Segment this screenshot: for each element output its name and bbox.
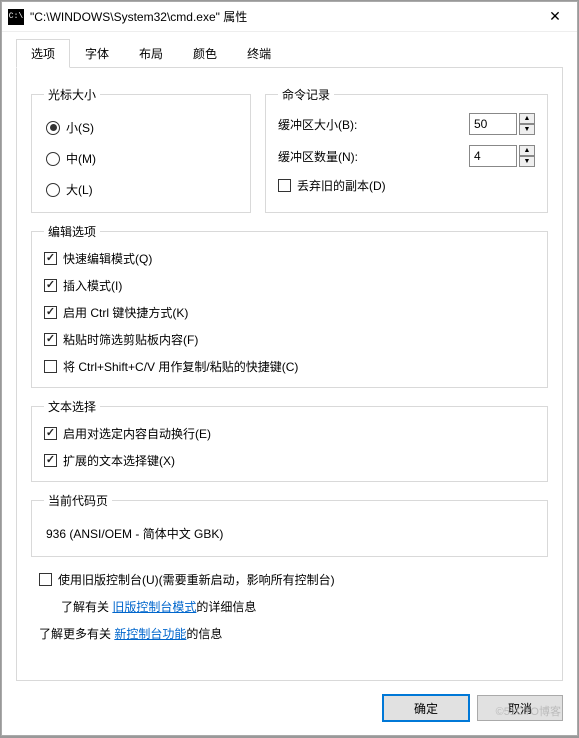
discard-old-label: 丢弃旧的副本(D) <box>297 177 386 194</box>
checkbox-icon <box>44 427 57 440</box>
groupbox-cursor-size: 光标大小 小(S) 中(M) 大(L) <box>31 86 251 213</box>
command-history-legend: 命令记录 <box>278 86 334 103</box>
extended-text-keys[interactable]: 扩展的文本选择键(X) <box>44 452 535 469</box>
cursor-size-legend: 光标大小 <box>44 86 100 103</box>
close-button[interactable]: ✕ <box>535 3 575 31</box>
groupbox-text-selection: 文本选择 启用对选定内容自动换行(E) 扩展的文本选择键(X) <box>31 398 548 482</box>
ctrl-shift-cv-shortcut[interactable]: 将 Ctrl+Shift+C/V 用作复制/粘贴的快捷键(C) <box>44 358 535 375</box>
edit-options-legend: 编辑选项 <box>44 223 100 240</box>
quick-edit-mode[interactable]: 快速编辑模式(Q) <box>44 250 535 267</box>
buffer-size-input[interactable] <box>469 113 517 135</box>
buffer-count-spinner[interactable]: ▲ ▼ <box>469 145 535 167</box>
cursor-size-label: 大(L) <box>66 181 93 198</box>
window-title: "C:\WINDOWS\System32\cmd.exe" 属性 <box>30 8 535 25</box>
groupbox-edit-options: 编辑选项 快速编辑模式(Q) 插入模式(I) 启用 Ctrl 键快捷方式(K) … <box>31 223 548 388</box>
checkbox-icon <box>44 306 57 319</box>
checkbox-icon <box>44 279 57 292</box>
discard-old-duplicates[interactable]: 丢弃旧的副本(D) <box>278 177 535 194</box>
button-bar: 确定 取消 <box>16 681 563 721</box>
checkbox-icon <box>44 252 57 265</box>
tab-strip: 选项 字体 布局 颜色 终端 <box>16 38 563 68</box>
check-label: 粘贴时筛选剪贴板内容(F) <box>63 331 198 348</box>
use-legacy-console[interactable]: 使用旧版控制台(U)(需要重新启动，影响所有控制台) <box>39 571 548 588</box>
cursor-size-small[interactable]: 小(S) <box>46 119 236 136</box>
check-label: 快速编辑模式(Q) <box>63 250 152 267</box>
cursor-size-medium[interactable]: 中(M) <box>46 150 236 167</box>
tab-options-body: 光标大小 小(S) 中(M) 大(L) <box>16 68 563 681</box>
cursor-size-label: 中(M) <box>66 150 96 167</box>
enable-line-wrapping[interactable]: 启用对选定内容自动换行(E) <box>44 425 535 442</box>
buffer-size-spinner[interactable]: ▲ ▼ <box>469 113 535 135</box>
legacy-learn-more-line: 了解有关 旧版控制台模式的详细信息 <box>39 598 548 615</box>
tab-terminal[interactable]: 终端 <box>232 39 286 68</box>
tab-colors[interactable]: 颜色 <box>178 39 232 68</box>
titlebar: C:\ "C:\WINDOWS\System32\cmd.exe" 属性 ✕ <box>2 2 577 32</box>
tab-options[interactable]: 选项 <box>16 39 70 68</box>
radio-icon <box>46 121 60 135</box>
radio-icon <box>46 152 60 166</box>
cursor-size-large[interactable]: 大(L) <box>46 181 236 198</box>
code-page-legend: 当前代码页 <box>44 492 112 509</box>
cursor-size-label: 小(S) <box>66 119 94 136</box>
buffer-size-label: 缓冲区大小(B): <box>278 116 357 133</box>
tab-layout[interactable]: 布局 <box>124 39 178 68</box>
groupbox-command-history: 命令记录 缓冲区大小(B): ▲ ▼ 缓冲区数量(N): <box>265 86 548 213</box>
spin-down-icon[interactable]: ▼ <box>519 156 535 167</box>
checkbox-icon <box>278 179 291 192</box>
client-area: 选项 字体 布局 颜色 终端 光标大小 小(S) 中(M) <box>2 32 577 735</box>
check-label: 启用对选定内容自动换行(E) <box>63 425 211 442</box>
check-label: 将 Ctrl+Shift+C/V 用作复制/粘贴的快捷键(C) <box>63 358 298 375</box>
groupbox-code-page: 当前代码页 936 (ANSI/OEM - 简体中文 GBK) <box>31 492 548 557</box>
insert-mode[interactable]: 插入模式(I) <box>44 277 535 294</box>
checkbox-icon <box>44 360 57 373</box>
buffer-count-input[interactable] <box>469 145 517 167</box>
checkbox-icon <box>44 454 57 467</box>
tab-font[interactable]: 字体 <box>70 39 124 68</box>
ok-button[interactable]: 确定 <box>383 695 469 721</box>
new-console-learn-more-line: 了解更多有关 新控制台功能的信息 <box>39 625 548 642</box>
check-label: 插入模式(I) <box>63 277 122 294</box>
enable-ctrl-shortcuts[interactable]: 启用 Ctrl 键快捷方式(K) <box>44 304 535 321</box>
legacy-console-link[interactable]: 旧版控制台模式 <box>112 600 196 614</box>
spin-up-icon[interactable]: ▲ <box>519 145 535 156</box>
properties-dialog: C:\ "C:\WINDOWS\System32\cmd.exe" 属性 ✕ 选… <box>1 1 578 736</box>
check-label: 启用 Ctrl 键快捷方式(K) <box>63 304 188 321</box>
text-selection-legend: 文本选择 <box>44 398 100 415</box>
spin-down-icon[interactable]: ▼ <box>519 124 535 135</box>
code-page-value: 936 (ANSI/OEM - 简体中文 GBK) <box>44 519 535 544</box>
check-label: 扩展的文本选择键(X) <box>63 452 175 469</box>
cmd-icon: C:\ <box>8 9 24 25</box>
cancel-button[interactable]: 取消 <box>477 695 563 721</box>
checkbox-icon <box>39 573 52 586</box>
radio-icon <box>46 183 60 197</box>
new-console-link[interactable]: 新控制台功能 <box>114 627 186 641</box>
buffer-count-label: 缓冲区数量(N): <box>278 148 358 165</box>
checkbox-icon <box>44 333 57 346</box>
filter-clipboard[interactable]: 粘贴时筛选剪贴板内容(F) <box>44 331 535 348</box>
use-legacy-label: 使用旧版控制台(U)(需要重新启动，影响所有控制台) <box>58 571 335 588</box>
spin-up-icon[interactable]: ▲ <box>519 113 535 124</box>
